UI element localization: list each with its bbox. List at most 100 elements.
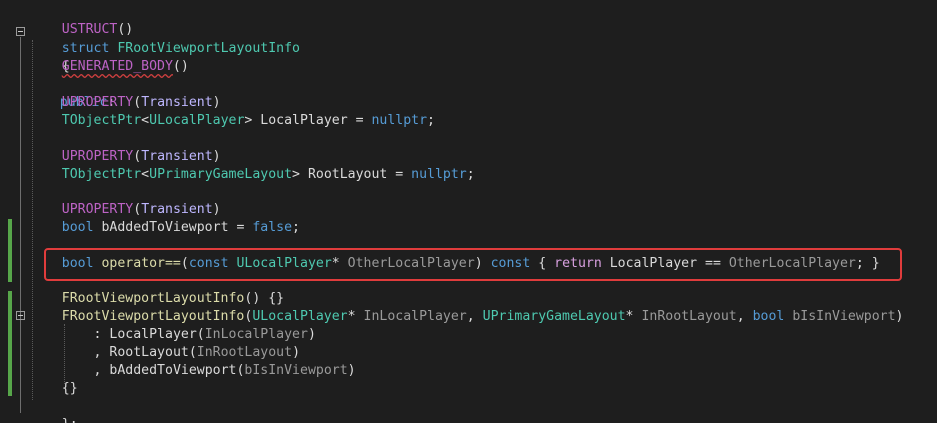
token-macro: UPROPERTY bbox=[61, 149, 134, 164]
token-punct: {} bbox=[61, 381, 78, 396]
token-punct: () {} bbox=[244, 291, 285, 306]
token-punct: , bbox=[466, 309, 483, 324]
token-type: FRootViewportLayoutInfo bbox=[117, 41, 300, 56]
token-punct: * bbox=[347, 309, 364, 324]
token-punct: ) bbox=[212, 149, 221, 164]
token-param: InLocalPlayer bbox=[363, 309, 467, 324]
token-punct: ) bbox=[212, 95, 221, 110]
token-member: LocalPlayer bbox=[609, 256, 698, 271]
token-member: LocalPlayer bbox=[109, 327, 197, 342]
code-editor[interactable]: USTRUCT() struct FRootViewportLayoutInfo… bbox=[0, 0, 937, 423]
token-keyword: nullptr bbox=[411, 167, 467, 182]
token-punct: = bbox=[347, 113, 372, 128]
token-macro: UPROPERTY bbox=[61, 202, 134, 217]
token-keyword: const bbox=[188, 256, 229, 271]
token-punct: , bbox=[736, 309, 753, 324]
token-punct: == bbox=[697, 256, 729, 271]
token-punct: ) bbox=[474, 256, 491, 271]
token-punct: < bbox=[141, 113, 150, 128]
fold-collapse-icon[interactable] bbox=[16, 311, 25, 320]
code-line: TObjectPtr<UPrimaryGameLayout> RootLayou… bbox=[30, 166, 475, 184]
token-param: InRootLayout bbox=[196, 345, 293, 360]
token-punct: ) bbox=[212, 202, 221, 217]
code-line: { bbox=[30, 40, 70, 74]
code-line: USTRUCT() bbox=[30, 3, 133, 37]
token-function: FRootViewportLayoutInfo bbox=[61, 291, 245, 306]
token-keyword: nullptr bbox=[371, 113, 428, 128]
token-punct: = bbox=[228, 220, 253, 235]
code-line: FRootViewportLayoutInfo() {} bbox=[30, 290, 284, 308]
code-line: UPROPERTY(Transient) bbox=[30, 94, 221, 112]
token-punct: ( bbox=[180, 256, 189, 271]
token-arg: Transient bbox=[141, 95, 213, 110]
token-punct: ( bbox=[196, 327, 205, 342]
code-line: bool operator==(const ULocalPlayer* Othe… bbox=[30, 255, 880, 273]
code-line: bool bAddedToViewport = false; bbox=[30, 219, 300, 237]
token-punct: = bbox=[387, 167, 412, 182]
token-punct: }; bbox=[62, 417, 78, 423]
token-macro: GENERATED_BODY bbox=[61, 59, 173, 74]
token-keyword: bool bbox=[61, 256, 94, 271]
token-function: FRootViewportLayoutInfo bbox=[61, 309, 245, 324]
token-type: UPrimaryGameLayout bbox=[482, 309, 626, 324]
token-punct: , bbox=[93, 363, 110, 378]
token-param: bIsInViewport bbox=[792, 309, 896, 324]
token-param: bIsInViewport bbox=[244, 363, 348, 378]
token-macro: UPROPERTY bbox=[61, 95, 134, 110]
change-indicator bbox=[8, 219, 12, 282]
token-type: ULocalPlayer bbox=[252, 309, 348, 324]
token-member: bAddedToViewport bbox=[109, 363, 237, 378]
token-type: TObjectPtr bbox=[61, 167, 142, 182]
token-type: TObjectPtr bbox=[61, 113, 142, 128]
token-type: ULocalPlayer bbox=[149, 113, 245, 128]
token-punct: ) bbox=[307, 327, 316, 342]
change-indicator bbox=[8, 291, 12, 396]
code-line: struct FRootViewportLayoutInfo bbox=[30, 22, 300, 56]
token-punct: ) bbox=[895, 309, 904, 324]
token-punct: , bbox=[93, 345, 110, 360]
token-type: ULocalPlayer bbox=[236, 256, 332, 271]
token-param: InRootLayout bbox=[641, 309, 737, 324]
token-punct: * bbox=[625, 309, 642, 324]
token-punct: ; bbox=[466, 167, 475, 182]
token-punct: () bbox=[172, 59, 189, 74]
token-keyword: bool bbox=[61, 220, 94, 235]
token-punct: ( bbox=[188, 345, 197, 360]
token-punct: ( bbox=[133, 95, 142, 110]
token-punct: > bbox=[292, 167, 300, 182]
token-member: LocalPlayer bbox=[252, 113, 348, 128]
fold-guide bbox=[20, 37, 21, 413]
code-line: TObjectPtr<ULocalPlayer> LocalPlayer = n… bbox=[30, 112, 435, 130]
token-keyword: false bbox=[252, 220, 293, 235]
token-param: InLocalPlayer bbox=[204, 327, 308, 342]
token-punct: < bbox=[141, 167, 150, 182]
token-param: OtherLocalPlayer bbox=[728, 256, 856, 271]
code-line: GENERATED_BODY() bbox=[30, 58, 189, 76]
code-line: , bAddedToViewport(bIsInViewport) bbox=[30, 362, 356, 380]
code-line: FRootViewportLayoutInfo(ULocalPlayer* In… bbox=[30, 308, 904, 326]
token-keyword: bool bbox=[752, 309, 785, 324]
code-line: UPROPERTY(Transient) bbox=[30, 148, 221, 166]
code-line: : LocalPlayer(InLocalPlayer) bbox=[30, 326, 316, 344]
code-line: {} bbox=[30, 380, 78, 398]
token-punct: { bbox=[530, 256, 555, 271]
token-punct: * bbox=[331, 256, 348, 271]
code-line: UPROPERTY(Transient) bbox=[30, 201, 221, 219]
code-line: }; bbox=[30, 398, 78, 423]
token-arg: Transient bbox=[141, 202, 213, 217]
token-punct: ) bbox=[347, 363, 356, 378]
token-member: RootLayout bbox=[109, 345, 189, 360]
token-punct: ; bbox=[427, 113, 435, 128]
token-punct: ( bbox=[133, 202, 142, 217]
token-param: OtherLocalPlayer bbox=[347, 256, 475, 271]
token-member: bAddedToViewport bbox=[93, 220, 229, 235]
code-line: , RootLayout(InRootLayout) bbox=[30, 344, 300, 362]
token-punct: ( bbox=[133, 149, 142, 164]
token-function: operator== bbox=[93, 256, 181, 271]
token-keyword: return bbox=[554, 256, 602, 271]
token-member: RootLayout bbox=[300, 167, 388, 182]
token-punct: ; bbox=[292, 220, 300, 235]
fold-collapse-icon[interactable] bbox=[16, 27, 25, 36]
token-type: UPrimaryGameLayout bbox=[149, 167, 293, 182]
